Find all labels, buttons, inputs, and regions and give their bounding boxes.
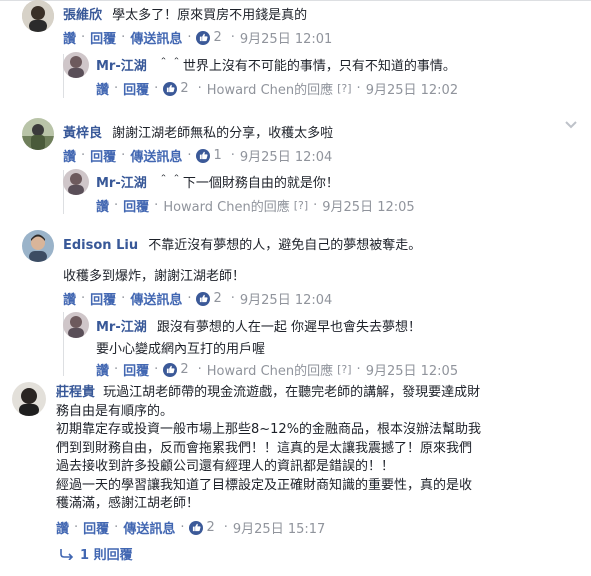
- comment-line: 過去接收到許多投顧公司還有經理人的資訊都是錯誤的！！: [56, 459, 395, 474]
- comment-actions: 讚 · 回覆 · 傳送訊息 · 2 · 9月25日 12:04: [63, 289, 333, 308]
- comment-text: 張維欣 學太多了！原來買房不用錢是真的: [63, 4, 307, 23]
- send-message-button[interactable]: 傳送訊息: [130, 28, 182, 47]
- help-link[interactable]: [?]: [294, 199, 308, 212]
- author-name[interactable]: 莊程貴: [56, 385, 95, 400]
- reply-arrow-icon: [60, 548, 74, 560]
- view-replies-link[interactable]: 1 則回覆: [60, 544, 133, 563]
- timestamp[interactable]: 9月25日 12:02: [366, 79, 458, 98]
- timestamp[interactable]: 9月25日 15:17: [233, 518, 325, 537]
- author-name[interactable]: Mr-江湖: [96, 320, 147, 335]
- avatar[interactable]: [63, 312, 89, 338]
- timestamp[interactable]: 9月25日 12:05: [322, 196, 414, 215]
- reaction-count[interactable]: 2: [163, 362, 189, 377]
- comment-line: 初期靠定存或投資一般市場上那些8~12%的金融商品，根本沒辦法幫助我: [56, 422, 482, 437]
- replied-to[interactable]: Howard Chen的回應: [207, 360, 333, 379]
- thumbs-up-icon: [163, 362, 178, 377]
- reply-body: 跟沒有夢想的人在一起 你遲早也會失去夢想！: [156, 320, 422, 335]
- comment-body: 學太多了！原來買房不用錢是真的: [112, 8, 308, 23]
- reaction-count[interactable]: 2: [196, 291, 222, 306]
- thumbs-up-icon: [163, 81, 178, 96]
- send-message-button[interactable]: 傳送訊息: [130, 146, 182, 165]
- reply-body: ＾＾世界上沒有不可能的事情，只有不知道的事情。: [156, 59, 456, 74]
- author-name[interactable]: 黃梓良: [63, 126, 102, 141]
- replied-to[interactable]: Howard Chen的回應: [163, 196, 289, 215]
- reply-actions: 讚 · 回覆 · 2 · Howard Chen的回應 [?] · 9月25日 …: [96, 360, 459, 379]
- reply-text: Mr-江湖 ＾＾世界上沒有不可能的事情，只有不知道的事情。: [96, 55, 456, 74]
- comment-line: 穫滿滿，感謝江胡老師！: [56, 496, 200, 511]
- comment-text: Edison Liu 不靠近沒有夢想的人，避免自己的夢想被奪走。: [63, 234, 421, 253]
- like-button[interactable]: 讚: [56, 518, 69, 537]
- thumbs-up-icon: [196, 148, 211, 163]
- reply-body: ＾＾下一個財務自由的就是你！: [156, 176, 339, 191]
- help-link[interactable]: [?]: [337, 363, 351, 376]
- reply-actions: 讚 · 回覆 · Howard Chen的回應 [?] · 9月25日 12:0…: [96, 196, 415, 215]
- comment-line: 們到到財務自由，反而會拖累我們！！這真的是太讓我震撼了！原來我們: [56, 440, 473, 456]
- like-button[interactable]: 讚: [96, 79, 109, 98]
- view-replies-label[interactable]: 1 則回覆: [80, 544, 133, 563]
- like-button[interactable]: 讚: [96, 196, 109, 215]
- like-button[interactable]: 讚: [63, 28, 76, 47]
- comment-actions: 讚 · 回覆 · 傳送訊息 · 2 · 9月25日 12:01: [63, 28, 333, 47]
- thumbs-up-icon: [196, 291, 211, 306]
- avatar[interactable]: [63, 52, 89, 78]
- user-photo-icon: [22, 230, 54, 262]
- author-name[interactable]: Mr-江湖: [96, 176, 147, 191]
- user-photo-icon: [63, 52, 89, 78]
- send-message-button[interactable]: 傳送訊息: [130, 289, 182, 308]
- like-button[interactable]: 讚: [96, 360, 109, 379]
- avatar[interactable]: [22, 230, 54, 262]
- author-name[interactable]: 張維欣: [63, 8, 102, 23]
- avatar[interactable]: [12, 382, 46, 416]
- comment-line: 經過一天的學習讓我知道了目標設定及正確財商知識的重要性，真的是收: [56, 477, 473, 493]
- send-message-button[interactable]: 傳送訊息: [123, 518, 175, 537]
- user-photo-icon: [63, 312, 89, 338]
- avatar[interactable]: [22, 118, 54, 150]
- reaction-count[interactable]: 2: [163, 81, 189, 96]
- avatar[interactable]: [63, 169, 89, 195]
- user-photo-icon: [22, 118, 54, 150]
- help-link[interactable]: [?]: [337, 82, 351, 95]
- thumbs-up-icon: [196, 30, 211, 45]
- comment-line: 務自由是有順序的。: [56, 403, 174, 419]
- timestamp[interactable]: 9月25日 12:04: [240, 146, 332, 165]
- reaction-count[interactable]: 2: [189, 520, 215, 535]
- reply-button[interactable]: 回覆: [83, 518, 109, 537]
- thumbs-up-icon: [189, 520, 204, 535]
- reply-button[interactable]: 回覆: [123, 79, 149, 98]
- like-button[interactable]: 讚: [63, 146, 76, 165]
- like-button[interactable]: 讚: [63, 289, 76, 308]
- comment-body: 謝謝江湖老師無私的分享，收穫太多啦: [112, 126, 334, 141]
- comment-actions: 讚 · 回覆 · 傳送訊息 · 1 · 9月25日 12:04: [63, 146, 333, 165]
- reply-button[interactable]: 回覆: [90, 146, 116, 165]
- reply-actions: 讚 · 回覆 · 2 · Howard Chen的回應 [?] · 9月25日 …: [96, 79, 459, 98]
- reply-button[interactable]: 回覆: [90, 28, 116, 47]
- user-photo-icon: [12, 382, 46, 416]
- comment-line: 玩過江胡老師帶的現金流遊戲，在聽完老師的講解，發現要達成財: [103, 385, 481, 400]
- timestamp[interactable]: 9月25日 12:01: [240, 28, 332, 47]
- timestamp[interactable]: 9月25日 12:04: [240, 289, 332, 308]
- author-name[interactable]: Mr-江湖: [96, 59, 147, 74]
- reply-button[interactable]: 回覆: [123, 360, 149, 379]
- author-name[interactable]: Edison Liu: [63, 238, 138, 253]
- reply-body-line2: 要小心變成網內互打的用戶喔: [96, 342, 266, 357]
- reaction-count[interactable]: 2: [196, 30, 222, 45]
- reply-button[interactable]: 回覆: [90, 289, 116, 308]
- replied-to[interactable]: Howard Chen的回應: [207, 79, 333, 98]
- user-photo-icon: [22, 0, 54, 32]
- comment-text: 黃梓良 謝謝江湖老師無私的分享，收穫太多啦: [63, 122, 333, 141]
- chevron-down-icon[interactable]: [565, 118, 577, 132]
- avatar[interactable]: [22, 0, 54, 32]
- timestamp[interactable]: 9月25日 12:05: [366, 360, 458, 379]
- comment-body-block: 莊程貴 玩過江胡老師帶的現金流遊戲，在聽完老師的講解，發現要達成財 務自由是有順…: [56, 384, 556, 514]
- comment-body: 不靠近沒有夢想的人，避免自己的夢想被奪走。: [148, 238, 422, 253]
- comment-actions: 讚 · 回覆 · 傳送訊息 · 2 · 9月25日 15:17: [56, 518, 326, 537]
- user-photo-icon: [63, 169, 89, 195]
- reply-text: Mr-江湖 ＾＾下一個財務自由的就是你！: [96, 172, 339, 191]
- top-divider: [0, 0, 591, 1]
- reply-text: Mr-江湖 跟沒有夢想的人在一起 你遲早也會失去夢想！: [96, 316, 421, 335]
- comment-body-line2: 收穫多到爆炸，謝謝江湖老師！: [63, 269, 246, 284]
- reply-button[interactable]: 回覆: [123, 196, 149, 215]
- reaction-count[interactable]: 1: [196, 148, 222, 163]
